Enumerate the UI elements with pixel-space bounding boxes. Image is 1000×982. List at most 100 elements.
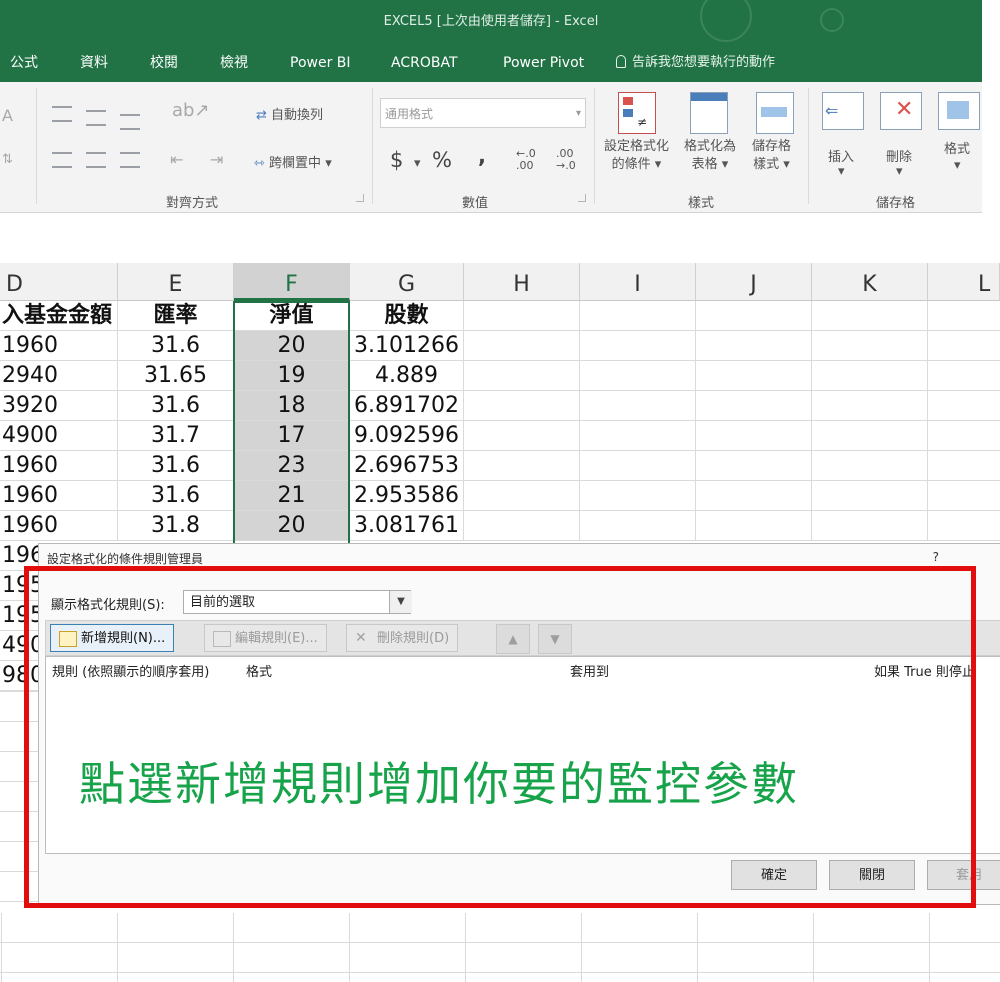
tab-power-pivot[interactable]: Power Pivot [503,44,584,82]
column-header-k[interactable]: K [812,263,928,301]
cell-styles-icon[interactable] [756,92,794,134]
column-header-g[interactable]: G [350,263,464,301]
data-cell[interactable]: 9.092596 [350,421,464,451]
align-right-icon[interactable] [120,152,140,168]
data-cell[interactable]: 195 [0,601,38,631]
column-header-f[interactable]: F [234,263,350,301]
column-header-l[interactable]: L [928,263,1000,301]
tab-data[interactable]: 資料 [80,44,108,82]
tab-acrobat[interactable]: ACROBAT [391,44,458,82]
move-up-button[interactable]: ▲ [496,624,530,654]
data-cell[interactable]: 1960 [0,481,118,511]
number-format-select[interactable]: 通用格式 ▾ [380,98,586,128]
data-cell[interactable]: 31.8 [118,511,234,541]
font-size-icon[interactable]: A [2,106,13,125]
delete-icon[interactable]: ✕ [880,92,922,130]
close-button[interactable]: 關閉 [829,860,915,890]
tab-view[interactable]: 檢視 [220,44,248,82]
data-cell[interactable]: 1960 [0,511,118,541]
data-cell[interactable]: 20 [234,511,350,541]
increase-decimal-button[interactable]: ←.0 .00 [516,148,542,172]
data-cell[interactable]: 31.7 [118,421,234,451]
data-cell[interactable]: 18 [234,391,350,421]
data-cell[interactable]: 490 [0,631,38,661]
data-cell[interactable]: 19 [234,361,350,391]
show-rules-select[interactable]: 目前的選取 [183,590,411,614]
chevron-down-icon[interactable]: ▾ [896,164,903,179]
delete-button[interactable]: 刪除 [886,146,912,165]
chevron-down-icon[interactable]: ▾ [838,164,845,179]
data-cell[interactable]: 1960 [0,331,118,361]
data-cell[interactable]: 195 [0,571,38,601]
increase-indent-icon[interactable]: ⇥ [210,150,223,169]
percent-button[interactable]: % [432,148,452,172]
chevron-down-icon[interactable]: ▼ [389,591,412,613]
chevron-down-icon[interactable]: ▾ [954,158,961,173]
wrap-text-button[interactable]: ⇄ 自動換列 [256,104,323,123]
data-cell[interactable]: 2940 [0,361,118,391]
data-cell[interactable]: 4.889 [350,361,464,391]
data-cell[interactable]: 4900 [0,421,118,451]
column-header-j[interactable]: J [696,263,812,301]
sort-icon[interactable]: ⇅ [2,152,13,167]
merge-center-button[interactable]: ⇿ 跨欄置中 ▾ [254,152,332,171]
data-cell[interactable]: 3.081761 [350,511,464,541]
currency-button[interactable]: $ [390,148,403,172]
orientation-icon[interactable]: ab↗ [172,100,210,121]
format-cells-icon[interactable] [938,92,980,130]
insert-icon[interactable]: ⇐ [822,92,864,130]
edit-rule-button[interactable]: 編輯規則(E)... [204,624,327,652]
column-header-h[interactable]: H [464,263,580,301]
conditional-formatting-icon[interactable]: ≠ [618,92,656,134]
comma-button[interactable]: , [478,144,486,168]
tell-me-box[interactable]: 告訴我您想要執行的動作 [616,44,775,82]
data-cell[interactable]: 17 [234,421,350,451]
header-cell[interactable]: 股數 [350,301,464,331]
new-rule-button[interactable]: 新增規則(N)... [50,624,175,652]
move-down-button[interactable]: ▼ [538,624,572,654]
cell-styles-button[interactable]: 儲存格 樣式 ▾ [752,138,791,174]
insert-button[interactable]: 插入 [828,146,854,165]
align-top-icon[interactable] [52,106,72,122]
decrease-indent-icon[interactable]: ⇤ [170,150,183,169]
column-header-e[interactable]: E [118,263,234,301]
data-cell[interactable]: 3920 [0,391,118,421]
help-button[interactable]: ? [933,550,939,564]
align-center-icon[interactable] [86,152,106,168]
column-header-i[interactable]: I [580,263,696,301]
data-cell[interactable]: 31.6 [118,391,234,421]
dialog-launcher-icon[interactable] [356,194,364,202]
data-cell[interactable]: 31.65 [118,361,234,391]
decrease-decimal-button[interactable]: .00 →.0 [556,148,582,172]
data-cell[interactable]: 2.696753 [350,451,464,481]
data-cell[interactable]: 31.6 [118,451,234,481]
apply-button[interactable]: 套用 [927,860,1000,890]
dialog-launcher-icon[interactable] [578,194,586,202]
header-cell[interactable]: 匯率 [118,301,234,331]
format-as-table-button[interactable]: 格式化為 表格 ▾ [684,138,736,174]
data-cell[interactable]: 3.101266 [350,331,464,361]
data-cell[interactable]: 2.953586 [350,481,464,511]
align-left-icon[interactable] [52,152,72,168]
column-header-d[interactable]: D [0,263,118,301]
data-cell[interactable]: 980 [0,661,38,691]
delete-rule-button[interactable]: ✕ 刪除規則(D) [346,624,459,652]
align-bottom-icon[interactable] [120,114,140,130]
data-cell[interactable]: 31.6 [118,331,234,361]
data-cell[interactable]: 21 [234,481,350,511]
header-cell[interactable]: 淨值 [234,301,350,331]
header-cell[interactable]: 入基金金額 [0,301,118,331]
data-cell[interactable]: 20 [234,331,350,361]
format-button[interactable]: 格式 [944,138,970,157]
format-as-table-icon[interactable] [690,92,728,134]
chevron-down-icon[interactable]: ▾ [414,156,421,171]
ok-button[interactable]: 確定 [731,860,817,890]
data-cell[interactable]: 6.891702 [350,391,464,421]
data-cell[interactable]: 31.6 [118,481,234,511]
tab-power-bi[interactable]: Power BI [290,44,351,82]
data-cell[interactable]: 23 [234,451,350,481]
align-middle-icon[interactable] [86,110,106,126]
tab-formulas[interactable]: 公式 [10,44,38,82]
data-cell[interactable]: 1960 [0,451,118,481]
conditional-formatting-button[interactable]: 設定格式化 的條件 ▾ [604,138,669,174]
